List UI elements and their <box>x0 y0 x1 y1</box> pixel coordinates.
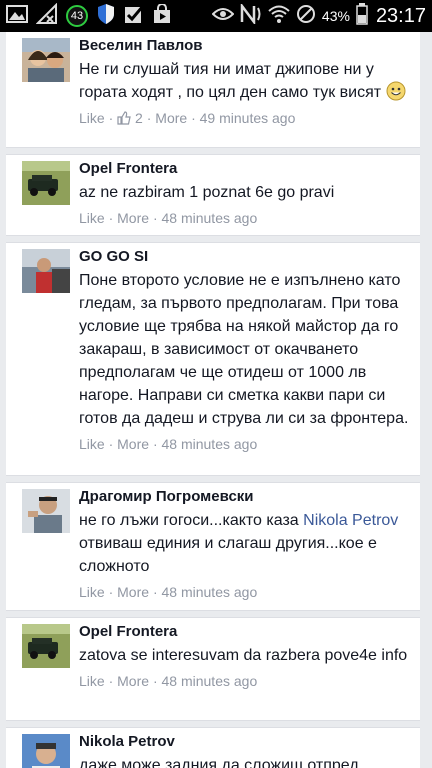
comment-text: zatova se interesuvam da razbera pove4e … <box>79 647 408 664</box>
more-link[interactable]: More <box>117 673 149 689</box>
checkbox-icon <box>124 4 145 29</box>
comment-actions: Like · More · 48 minutes ago <box>79 673 258 689</box>
comment-text: Не ги слушай тия ни имат джипове ни у го… <box>79 61 382 101</box>
avatar[interactable] <box>22 38 70 82</box>
comment-text: отвиваш единия и слагаш другия...кое е с… <box>79 535 377 575</box>
smiley-emoji-icon <box>386 81 406 101</box>
comment-item: Веселин Павлов Не ги слушай тия ни имат … <box>6 32 420 148</box>
comment-author[interactable]: Opel Frontera <box>79 622 412 642</box>
comment-actions: Like · More · 48 minutes ago <box>79 436 258 452</box>
thumbs-up-icon[interactable] <box>117 110 131 130</box>
signal-off-icon <box>35 2 58 30</box>
likes-count[interactable]: 2 <box>135 110 143 126</box>
comment-item: Nikola Petrov даже може задния да сложиш… <box>6 727 420 768</box>
gallery-icon <box>6 4 28 28</box>
comment-item: GO GO SI Поне второто условие не е изпъл… <box>6 242 420 476</box>
more-link[interactable]: More <box>117 584 149 600</box>
comment-timestamp: 48 minutes ago <box>161 436 258 452</box>
avatar[interactable] <box>22 489 70 533</box>
security-shield-icon <box>96 3 116 30</box>
more-link[interactable]: More <box>155 110 187 126</box>
eye-icon <box>211 6 235 27</box>
notification-count-badge: 43 <box>66 5 88 27</box>
user-mention-link[interactable]: Nikola Petrov <box>303 512 398 529</box>
avatar[interactable] <box>22 161 70 205</box>
no-signal-icon <box>296 4 316 29</box>
comment-author[interactable]: Драгомир Погромевски <box>79 487 412 507</box>
status-bar: 43 43% 23:17 <box>0 0 432 32</box>
battery-icon <box>356 2 368 30</box>
battery-percent: 43% <box>321 8 350 24</box>
comment-text: даже може задния да сложиш отпред <box>79 757 359 768</box>
comment-timestamp: 48 minutes ago <box>161 673 258 689</box>
like-link[interactable]: Like <box>79 436 105 452</box>
like-link[interactable]: Like <box>79 584 105 600</box>
comment-author[interactable]: Веселин Павлов <box>79 36 412 56</box>
comment-author[interactable]: GO GO SI <box>79 247 412 267</box>
comment-actions: Like · More · 48 minutes ago <box>79 584 258 600</box>
comment-actions: Like · 2 · More · 49 minutes ago <box>79 108 412 130</box>
comments-feed: Веселин Павлов Не ги слушай тия ни имат … <box>0 32 432 768</box>
more-link[interactable]: More <box>117 436 149 452</box>
comment-actions: Like · More · 48 minutes ago <box>79 210 258 226</box>
avatar[interactable] <box>22 734 70 768</box>
like-link[interactable]: Like <box>79 210 105 226</box>
comment-item: Драгомир Погромевски не го лъжи гогоси..… <box>6 482 420 611</box>
comment-timestamp: 49 minutes ago <box>199 110 296 126</box>
avatar[interactable] <box>22 624 70 668</box>
shopping-bag-icon <box>152 2 172 29</box>
comment-timestamp: 48 minutes ago <box>161 210 258 226</box>
avatar[interactable] <box>22 249 70 293</box>
comment-timestamp: 48 minutes ago <box>161 584 258 600</box>
like-link[interactable]: Like <box>79 673 105 689</box>
nfc-icon <box>240 1 262 29</box>
more-link[interactable]: More <box>117 210 149 226</box>
comment-author[interactable]: Opel Frontera <box>79 159 412 179</box>
clock: 23:17 <box>375 4 426 27</box>
comment-item: Opel Frontera zatova se interesuvam da r… <box>6 617 420 721</box>
like-link[interactable]: Like <box>79 110 105 126</box>
comment-text: Поне второто условие не е изпълнено като… <box>79 272 409 427</box>
wifi-icon <box>268 4 290 29</box>
comment-author[interactable]: Nikola Petrov <box>79 732 412 752</box>
comment-item: Opel Frontera az ne razbiram 1 poznat 6e… <box>6 154 420 236</box>
comment-text: az ne razbiram 1 poznat 6e go pravi <box>79 184 335 201</box>
comment-text: не го лъжи гогоси...както каза <box>79 512 304 529</box>
